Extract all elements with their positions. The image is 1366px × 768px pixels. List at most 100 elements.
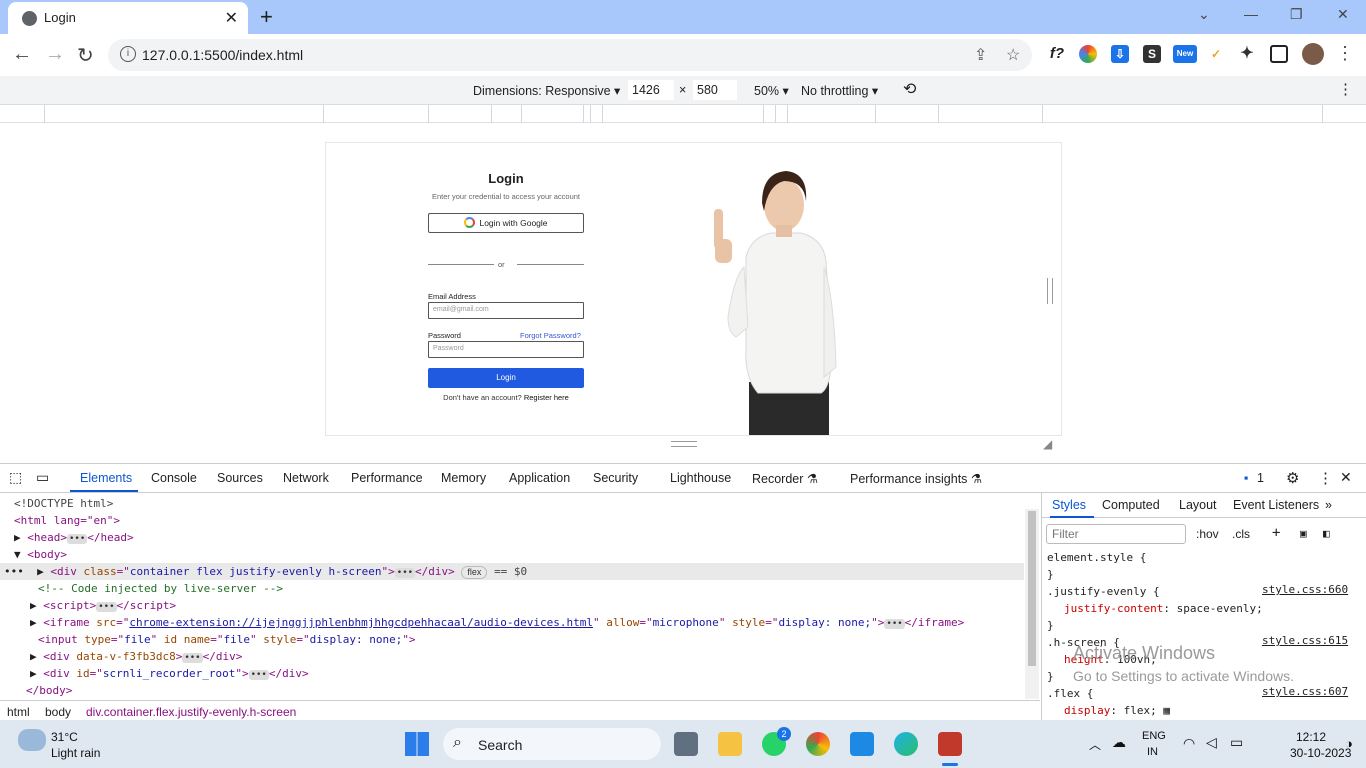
tab-application[interactable]: Application	[509, 471, 570, 485]
menu-dots-icon[interactable]: ⋮	[1336, 43, 1354, 64]
dom-body[interactable]: ▼ <body>	[0, 546, 1024, 563]
edge-icon[interactable]	[894, 732, 918, 756]
tab-lighthouse[interactable]: Lighthouse	[670, 471, 731, 485]
rotate-icon[interactable]: ⟲	[903, 79, 916, 99]
device-menu-dots-icon[interactable]: ⋮	[1338, 80, 1353, 98]
issues-count[interactable]: 1	[1257, 471, 1264, 485]
add-rule-icon[interactable]: +	[1272, 525, 1280, 542]
settings-gear-icon[interactable]: ⚙	[1286, 469, 1299, 487]
extension-color-icon[interactable]	[1079, 45, 1097, 63]
weather-temp[interactable]: 31°C	[51, 730, 78, 744]
tab-recorder[interactable]: Recorder ⚗	[752, 471, 818, 486]
devtools-menu-icon[interactable]: ⋮	[1318, 469, 1333, 487]
notification-icon[interactable]: ◑	[1345, 736, 1353, 751]
extension-new-icon[interactable]: New	[1173, 45, 1197, 63]
profile-avatar[interactable]	[1302, 43, 1324, 65]
taskbar-search[interactable]: ⌕ Search	[443, 728, 661, 760]
register-link[interactable]: Register here	[524, 393, 569, 402]
height-input[interactable]: 580	[693, 80, 737, 100]
tab-sources[interactable]: Sources	[217, 471, 263, 485]
tab-security[interactable]: Security	[593, 471, 638, 485]
flex-badge[interactable]: flex	[461, 566, 488, 579]
login-button[interactable]: Login	[428, 368, 584, 388]
vscode-icon[interactable]	[850, 732, 874, 756]
weather-desc[interactable]: Light rain	[51, 746, 100, 760]
window-close-button[interactable]: ✕	[1337, 6, 1349, 23]
language-eng[interactable]: ENG	[1142, 730, 1166, 742]
rule-declaration[interactable]: display: flex; ▦	[1064, 702, 1170, 719]
tab-search-icon[interactable]: ⌄	[1198, 6, 1210, 23]
dom-container-div[interactable]: ••• ▶ <div class="container flex justify…	[0, 563, 1024, 580]
tray-chevron-icon[interactable]: ︿	[1089, 736, 1101, 753]
rule-declaration[interactable]: justify-content: space-evenly;	[1064, 600, 1263, 617]
bookmark-star-icon[interactable]: ☆	[1006, 45, 1020, 65]
dom-div-recorder[interactable]: ▶ <div id="scrnli_recorder_root"> ••• </di…	[0, 665, 1024, 682]
side-panel-icon[interactable]	[1270, 45, 1288, 63]
clock-date[interactable]: 30-10-2023	[1290, 746, 1351, 760]
onedrive-icon[interactable]: ☁	[1112, 734, 1126, 751]
vertical-resize-handle[interactable]	[671, 441, 697, 447]
inspect-element-icon[interactable]: ⬚	[9, 469, 22, 486]
minimize-button[interactable]: —	[1244, 6, 1258, 22]
site-info-icon[interactable]: i	[120, 46, 136, 62]
rule-flex[interactable]: .flex {	[1047, 685, 1093, 702]
email-field[interactable]: email@gmail.com	[428, 302, 584, 319]
zoom-select[interactable]: 50% ▾	[754, 83, 789, 98]
battery-icon[interactable]: ▭	[1230, 734, 1243, 751]
rule-justify-evenly[interactable]: .justify-evenly {	[1047, 583, 1160, 600]
iframe-src-link[interactable]: chrome-extension://ijejnggjjphlenbhmjhhg…	[129, 616, 593, 629]
google-login-button[interactable]: Login with Google	[428, 213, 584, 233]
tab-performance[interactable]: Performance	[351, 471, 423, 485]
share-icon[interactable]: ⇪	[974, 45, 987, 65]
dom-comment[interactable]: <!-- Code injected by live-server -->	[0, 580, 1024, 597]
dom-scrollbar[interactable]	[1025, 509, 1039, 699]
width-input[interactable]: 1426	[628, 80, 674, 100]
tab-elements[interactable]: Elements	[80, 471, 132, 485]
chrome-icon[interactable]	[806, 732, 830, 756]
extension-download-icon[interactable]: ⇩	[1111, 45, 1129, 63]
browser-tab[interactable]: Login ✕	[8, 2, 248, 34]
rule-element-style[interactable]: element.style {	[1047, 549, 1146, 566]
speaker-icon[interactable]: ◁	[1206, 734, 1217, 751]
restore-button[interactable]: ❐	[1290, 6, 1303, 23]
reload-icon[interactable]: ↻	[77, 43, 94, 68]
tab-event-listeners[interactable]: Event Listeners	[1233, 498, 1319, 512]
task-view-icon[interactable]	[674, 732, 698, 756]
breadcrumb-body[interactable]: body	[45, 705, 71, 719]
device-toggle-icon[interactable]: ▭	[36, 469, 49, 486]
sidebar-toggle-icon[interactable]: ◧	[1323, 525, 1330, 542]
rule-source-link[interactable]: style.css:660	[1262, 583, 1348, 596]
weather-cloud-icon[interactable]	[18, 729, 46, 751]
windows-start-icon[interactable]	[405, 732, 429, 756]
wifi-icon[interactable]: ◠	[1183, 735, 1195, 752]
address-bar[interactable]: i 127.0.0.1:5500/index.html ⇪ ☆	[108, 39, 1032, 71]
tab-memory[interactable]: Memory	[441, 471, 486, 485]
corner-resize-handle[interactable]: ◢	[1043, 437, 1052, 451]
rule-source-link[interactable]: style.css:615	[1262, 634, 1348, 647]
forgot-password-link[interactable]: Forgot Password?	[520, 331, 581, 340]
password-field[interactable]: Password	[428, 341, 584, 358]
dom-body-close[interactable]: </body>	[0, 682, 1024, 699]
extensions-puzzle-icon[interactable]: ✦	[1238, 45, 1256, 63]
issues-icon[interactable]: ▪	[1244, 471, 1248, 485]
file-explorer-icon[interactable]	[718, 732, 742, 756]
tab-close-icon[interactable]: ✕	[225, 8, 238, 28]
language-in[interactable]: IN	[1147, 746, 1158, 758]
dimensions-select[interactable]: Dimensions: Responsive ▾	[473, 83, 620, 98]
new-tab-button[interactable]: +	[260, 4, 273, 30]
breadcrumb-html[interactable]: html	[7, 705, 30, 719]
back-arrow-icon[interactable]: ←	[12, 43, 32, 66]
dom-doctype[interactable]: <!DOCTYPE html>	[0, 495, 1024, 512]
styles-filter-input[interactable]: Filter	[1046, 524, 1186, 544]
devtools-close-icon[interactable]: ✕	[1340, 469, 1352, 486]
app-icon[interactable]	[938, 732, 962, 756]
hov-toggle[interactable]: :hov	[1196, 526, 1219, 543]
more-tabs-icon[interactable]: »	[1325, 498, 1332, 512]
rule-source-link[interactable]: style.css:607	[1262, 685, 1348, 698]
dom-html[interactable]: <html lang="en">	[0, 512, 1024, 529]
tab-console[interactable]: Console	[151, 471, 197, 485]
tab-styles[interactable]: Styles	[1052, 498, 1086, 512]
dom-iframe[interactable]: ▶ <iframe src="chrome-extension://ijejng…	[0, 614, 1024, 631]
url-text[interactable]: 127.0.0.1:5500/index.html	[142, 47, 303, 63]
dom-head[interactable]: ▶ <head> ••• </head>	[0, 529, 1024, 546]
